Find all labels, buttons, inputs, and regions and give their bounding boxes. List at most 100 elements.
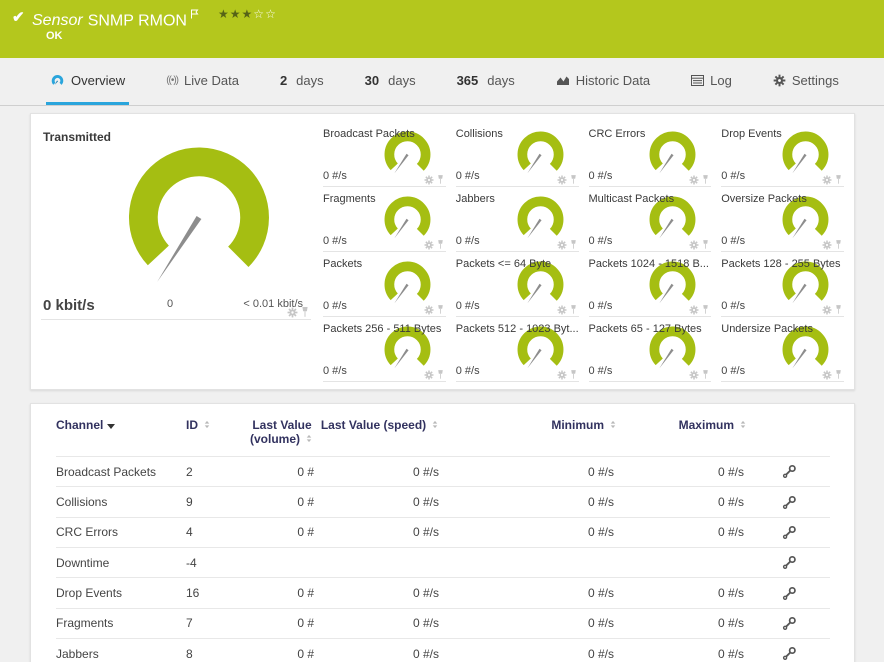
tab-log[interactable]: Log [687,58,736,105]
column-header-maximum[interactable]: Maximum [618,416,748,457]
pin-icon[interactable] [437,239,444,250]
pin-icon[interactable] [570,239,577,250]
channel-gear-icon[interactable] [557,175,567,185]
channel-gear-icon[interactable] [689,370,699,380]
channel-gear-icon[interactable] [822,370,832,380]
mini-gauge-cell[interactable]: Packets 0 #/s [323,252,446,317]
mini-gauge-cell[interactable]: Fragments 0 #/s [323,187,446,252]
column-header-last-value-volume[interactable]: Last Value (volume) [246,416,318,457]
pin-icon[interactable] [702,239,709,250]
star-icon[interactable]: ☆ [265,7,277,21]
channel-settings-icon[interactable] [782,495,797,510]
mini-gauge-cell[interactable]: CRC Errors 0 #/s [588,122,712,187]
pin-icon[interactable] [301,306,309,318]
tab-historic-data[interactable]: Historic Data [552,58,654,105]
channel-value: 0 #/s [323,365,347,377]
cell-last-value-speed: 0 #/s [318,486,443,518]
pin-icon[interactable] [437,304,444,315]
channel-settings-icon[interactable] [782,525,797,540]
pin-icon[interactable] [835,174,842,185]
tab-live-data[interactable]: ((•)) Live Data [162,58,243,105]
channel-value: 0 #/s [323,235,347,247]
tab-overview[interactable]: Overview [46,58,130,105]
channel-settings-icon[interactable] [782,586,797,601]
star-icon[interactable]: ★ [242,7,254,21]
pin-icon[interactable] [570,304,577,315]
pin-icon[interactable] [835,304,842,315]
mini-gauge-cell[interactable]: Oversize Packets 0 #/s [721,187,844,252]
pin-icon[interactable] [570,174,577,185]
pin-icon[interactable] [702,174,709,185]
channel-title: Packets 256 - 511 Bytes [323,323,442,335]
cell-minimum: 0 #/s [443,486,618,518]
mini-gauge-cell[interactable]: Packets 128 - 255 Bytes 0 #/s [721,252,844,317]
column-header-channel[interactable]: Channel [56,416,186,457]
flag-icon[interactable] [190,6,199,23]
overview-gauges-card: Transmitted 0 kbit/s 0 < 0.01 kbit/s Bro… [30,113,855,390]
tab-bar: Overview ((•)) Live Data 2 days 30 days … [0,58,884,106]
table-header-row: Channel ID Last Value (volume) Last Valu… [56,416,830,457]
sort-icon [202,418,212,432]
pin-icon[interactable] [570,369,577,380]
mini-gauge-cell[interactable]: Packets <= 64 Byte 0 #/s [455,252,579,317]
transmitted-channel-panel[interactable]: Transmitted 0 kbit/s 0 < 0.01 kbit/s [41,122,311,320]
star-icon[interactable]: ★ [230,7,242,21]
star-icon[interactable]: ★ [218,7,230,21]
channel-gear-icon[interactable] [557,305,567,315]
pin-icon[interactable] [437,174,444,185]
channel-settings-icon[interactable] [782,646,797,661]
tab-label: Historic Data [575,72,651,88]
column-header-minimum[interactable]: Minimum [443,416,618,457]
channel-settings-icon[interactable] [782,555,797,570]
star-icon[interactable]: ☆ [253,7,265,21]
channel-settings-icon[interactable] [782,464,797,479]
tab-2-days[interactable]: 2 days [276,58,328,105]
channel-gear-icon[interactable] [689,305,699,315]
pin-icon[interactable] [835,239,842,250]
channel-gear-icon[interactable] [424,305,434,315]
tab-30-days[interactable]: 30 days [361,58,420,105]
column-header-last-value-speed[interactable]: Last Value (speed) [318,416,443,457]
channel-gear-icon[interactable] [424,240,434,250]
tab-settings[interactable]: Settings [769,58,843,105]
star-rating[interactable]: ★★★☆☆ [218,7,277,21]
sensor-name: SNMP RMON [87,12,187,30]
column-header-id[interactable]: ID [186,416,246,457]
channel-settings-icon[interactable] [782,616,797,631]
mini-gauge-cell[interactable]: Jabbers 0 #/s [455,187,579,252]
channel-value: 0 #/s [721,170,746,182]
channel-gear-icon[interactable] [689,175,699,185]
channel-gear-icon[interactable] [424,175,434,185]
channel-title: Drop Events [721,128,782,140]
channel-value: 0 #/s [455,365,480,377]
pin-icon[interactable] [702,304,709,315]
mini-gauge-cell[interactable]: Packets 512 - 1023 Byt... 0 #/s [455,317,579,382]
channel-gear-icon[interactable] [424,370,434,380]
mini-gauge-cell[interactable]: Drop Events 0 #/s [721,122,844,187]
mini-gauge-cell[interactable]: Collisions 0 #/s [455,122,579,187]
channel-gear-icon[interactable] [822,240,832,250]
channel-gear-icon[interactable] [822,305,832,315]
mini-gauge-cell[interactable]: Broadcast Packets 0 #/s [323,122,446,187]
pin-icon[interactable] [835,369,842,380]
mini-gauge-cell[interactable]: Packets 1024 - 1518 B... 0 #/s [588,252,712,317]
channel-gear-icon[interactable] [557,370,567,380]
pin-icon[interactable] [702,369,709,380]
cell-last-value-speed: 0 #/s [318,637,443,662]
mini-gauge-cell[interactable]: Packets 65 - 127 Bytes 0 #/s [588,317,712,382]
mini-gauge-cell[interactable]: Packets 256 - 511 Bytes 0 #/s [323,317,446,382]
channel-gear-icon[interactable] [557,240,567,250]
mini-gauge-grid: Broadcast Packets 0 #/s Collisions 0 #/s… [323,122,844,382]
channel-gear-icon[interactable] [287,307,298,318]
mini-gauge-cell[interactable]: Multicast Packets 0 #/s [588,187,712,252]
cell-minimum [443,546,618,578]
mini-gauge-cell[interactable]: Undersize Packets 0 #/s [721,317,844,382]
channel-value: 0 #/s [588,300,613,312]
channel-value: 0 #/s [323,170,347,182]
cell-id: 9 [186,486,246,518]
tab-365-days[interactable]: 365 days [453,58,519,105]
pin-icon[interactable] [437,369,444,380]
channel-gear-icon[interactable] [822,175,832,185]
cell-channel: Broadcast Packets [56,455,186,487]
channel-gear-icon[interactable] [689,240,699,250]
